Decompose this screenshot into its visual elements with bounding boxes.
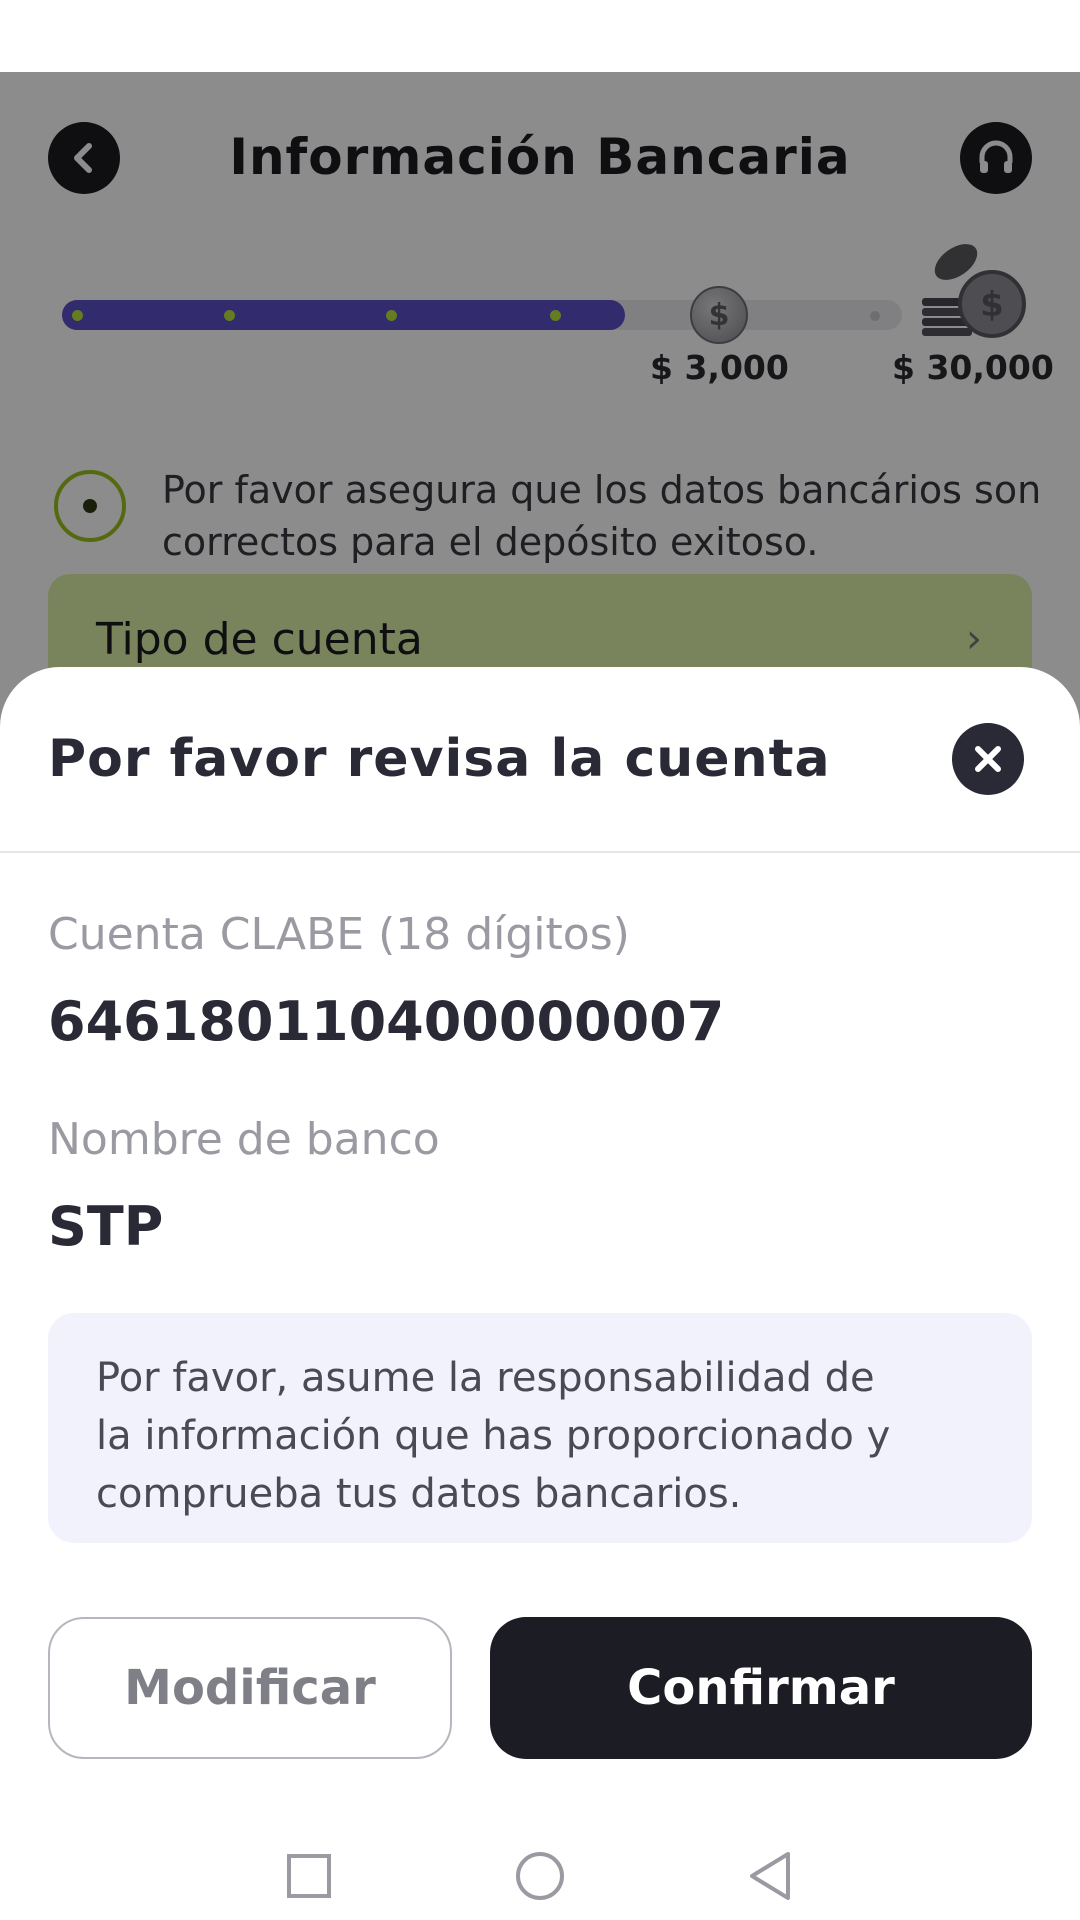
nav-recents-button[interactable] (274, 1841, 344, 1911)
bank-name-value: STP (48, 1195, 164, 1258)
bank-name-label: Nombre de banco (48, 1114, 440, 1165)
review-account-sheet: Por favor revisa la cuenta Cuenta CLABE … (0, 667, 1080, 1920)
responsibility-notice: Por favor, asume la responsabilidad de l… (48, 1313, 1032, 1543)
status-bar (0, 0, 1080, 72)
nav-home-button[interactable] (505, 1841, 575, 1911)
responsibility-text: Por favor, asume la responsabilidad de l… (96, 1355, 891, 1517)
clabe-value: 646180110400000007 (48, 990, 725, 1053)
clabe-label: Cuenta CLABE (18 dígitos) (48, 909, 630, 960)
close-icon (975, 746, 1001, 772)
nav-back-icon (750, 1852, 790, 1900)
system-nav-bar (0, 1841, 1080, 1920)
confirm-button[interactable]: Confirmar (490, 1617, 1032, 1759)
nav-recents-icon (287, 1854, 331, 1898)
close-button[interactable] (952, 723, 1024, 795)
nav-back-button[interactable] (735, 1841, 805, 1911)
nav-home-icon (516, 1852, 564, 1900)
divider (0, 851, 1080, 853)
sheet-title: Por favor revisa la cuenta (48, 729, 831, 789)
modify-button[interactable]: Modificar (48, 1617, 452, 1759)
